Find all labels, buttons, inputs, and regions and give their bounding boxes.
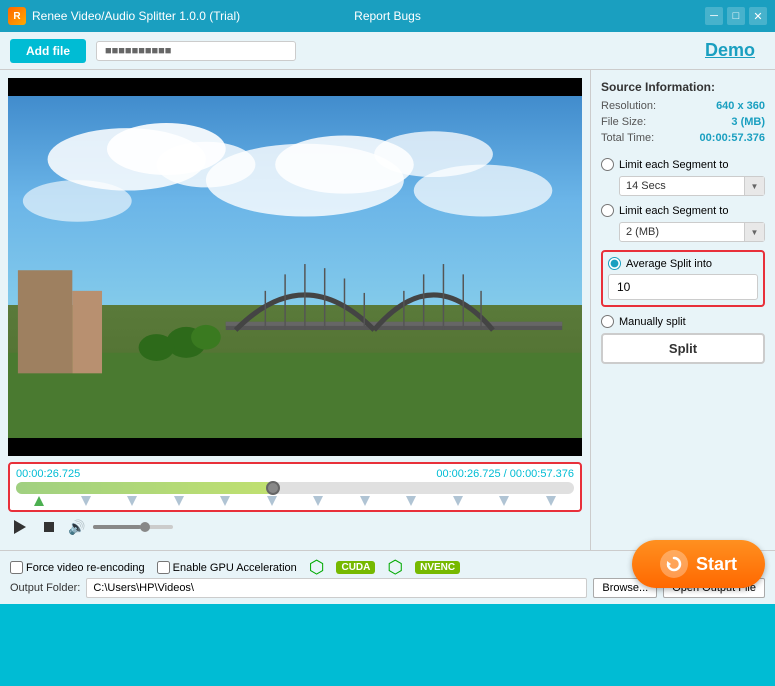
start-button[interactable]: Start: [632, 540, 765, 588]
cuda-badge: CUDA: [336, 561, 375, 574]
timeline-area: 00:00:26.725 00:00:26.725 / 00:00:57.376: [8, 462, 582, 512]
limit-time-control: 14 Secs ▼: [619, 176, 765, 196]
app-icon: R: [8, 7, 26, 25]
title-bar: R Renee Video/Audio Splitter 1.0.0 (Tria…: [0, 0, 775, 32]
right-panel: Source Information: Resolution: 640 x 36…: [590, 70, 775, 550]
bottom-section: Force video re-encoding Enable GPU Accel…: [0, 550, 775, 604]
limit-size-dropdown[interactable]: ▼: [744, 223, 764, 241]
toolbar: Add file ■■■■■■■■■■ Demo: [0, 32, 775, 70]
totaltime-row: Total Time: 00:00:57.376: [601, 132, 765, 144]
stop-icon: [42, 520, 56, 534]
avg-split-box: Average Split into ▲ ▼: [601, 250, 765, 307]
resolution-value: 640 x 360: [716, 100, 765, 112]
volume-fill: [93, 525, 141, 529]
marker-6[interactable]: [313, 496, 323, 506]
video-player[interactable]: [8, 78, 582, 456]
top-letterbox: [8, 78, 582, 96]
marker-10[interactable]: [499, 496, 509, 506]
source-info-title: Source Information:: [601, 80, 765, 94]
limit-size-control: 2 (MB) ▼: [619, 222, 765, 242]
gpu-accel-checkbox[interactable]: [157, 561, 170, 574]
start-label: Start: [696, 554, 737, 575]
limit-size-label: Limit each Segment to: [619, 205, 728, 217]
main-content: 00:00:26.725 00:00:26.725 / 00:00:57.376: [0, 70, 775, 550]
limit-time-radio[interactable]: [601, 158, 614, 171]
marker-8[interactable]: [406, 496, 416, 506]
nvenc-badge: NVENC: [415, 561, 460, 574]
totaltime-value: 00:00:57.376: [700, 132, 765, 144]
file-path-display: ■■■■■■■■■■: [96, 41, 296, 61]
stop-button[interactable]: [38, 516, 60, 538]
resolution-label: Resolution:: [601, 100, 656, 112]
time-display-right: 00:00:26.725 / 00:00:57.376: [436, 468, 574, 480]
timeline-thumb[interactable]: [266, 481, 280, 495]
filesize-value: 3 (MB): [731, 116, 765, 128]
limit-time-value[interactable]: 14 Secs: [620, 177, 744, 195]
resolution-row: Resolution: 640 x 360: [601, 100, 765, 112]
filesize-label: File Size:: [601, 116, 646, 128]
marker-5[interactable]: [267, 496, 277, 506]
bottom-letterbox: [8, 438, 582, 456]
scene-svg: [8, 229, 582, 456]
play-button[interactable]: [8, 516, 30, 538]
timeline-header: 00:00:26.725 00:00:26.725 / 00:00:57.376: [16, 468, 574, 480]
marker-3[interactable]: [174, 496, 184, 506]
limit-size-option-row: Limit each Segment to: [601, 204, 765, 217]
filesize-row: File Size: 3 (MB): [601, 116, 765, 128]
limit-size-radio[interactable]: [601, 204, 614, 217]
video-area: 00:00:26.725 00:00:26.725 / 00:00:57.376: [0, 70, 590, 550]
marker-11[interactable]: [546, 496, 556, 506]
split-button[interactable]: Split: [601, 333, 765, 364]
report-bugs-link[interactable]: Report Bugs: [354, 9, 421, 23]
avg-split-row: Average Split into: [608, 257, 758, 270]
volume-thumb[interactable]: [140, 522, 150, 532]
avg-split-radio[interactable]: [608, 257, 621, 270]
timeline-track[interactable]: [16, 482, 574, 494]
minimize-button[interactable]: ─: [705, 7, 723, 25]
maximize-button[interactable]: □: [727, 7, 745, 25]
avg-split-input-control: ▲ ▼: [608, 274, 758, 300]
playback-controls: 🔊: [8, 512, 582, 542]
limit-time-dropdown[interactable]: ▼: [744, 177, 764, 195]
force-reencode-label: Force video re-encoding: [26, 562, 145, 574]
refresh-icon: [666, 556, 682, 572]
manual-split-row: Manually split: [601, 315, 765, 328]
manual-split-radio[interactable]: [601, 315, 614, 328]
start-marker[interactable]: [34, 496, 44, 506]
timeline-markers: [16, 496, 574, 506]
gpu-accel-label: Enable GPU Acceleration: [173, 562, 297, 574]
marker-2[interactable]: [127, 496, 137, 506]
nvenc-badge-icon: ⬡: [387, 557, 403, 578]
limit-size-value[interactable]: 2 (MB): [620, 223, 744, 241]
current-time-left: 00:00:26.725: [16, 468, 80, 480]
totaltime-label: Total Time:: [601, 132, 654, 144]
marker-7[interactable]: [360, 496, 370, 506]
limit-time-label: Limit each Segment to: [619, 159, 728, 171]
add-file-button[interactable]: Add file: [10, 39, 86, 63]
volume-slider[interactable]: [93, 525, 173, 529]
avg-split-value[interactable]: [609, 277, 758, 297]
output-path-input[interactable]: [86, 578, 587, 598]
output-folder-label: Output Folder:: [10, 582, 80, 594]
manual-split-label: Manually split: [619, 316, 686, 328]
start-icon: [660, 550, 688, 578]
force-reencode-item: Force video re-encoding: [10, 561, 145, 574]
marker-1[interactable]: [81, 496, 91, 506]
avg-split-label: Average Split into: [626, 258, 712, 270]
app-title: Renee Video/Audio Splitter 1.0.0 (Trial): [32, 9, 240, 23]
demo-label: Demo: [705, 40, 755, 61]
volume-icon[interactable]: 🔊: [68, 519, 85, 536]
limit-time-option-row: Limit each Segment to: [601, 158, 765, 171]
play-icon: [10, 518, 28, 536]
marker-4[interactable]: [220, 496, 230, 506]
marker-9[interactable]: [453, 496, 463, 506]
force-reencode-checkbox[interactable]: [10, 561, 23, 574]
close-button[interactable]: ✕: [749, 7, 767, 25]
gpu-badge-icon: ⬡: [309, 557, 325, 578]
gpu-accel-item: Enable GPU Acceleration: [157, 561, 297, 574]
timeline-fill: [16, 482, 273, 494]
